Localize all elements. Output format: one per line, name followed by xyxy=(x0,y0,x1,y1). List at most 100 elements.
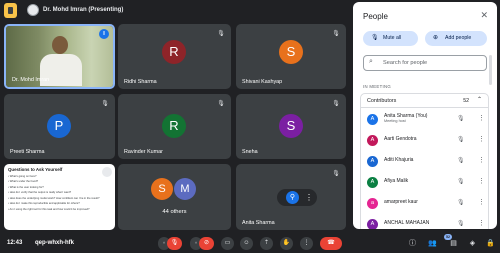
participant-avatar: A xyxy=(367,156,378,167)
participant-name: Shivani Kashyap xyxy=(242,79,283,85)
leave-call-button[interactable]: ☎ xyxy=(320,237,342,250)
more-options-icon[interactable]: ⋮ xyxy=(478,198,485,206)
mic-off-icon: 🎙 xyxy=(332,101,340,107)
activities-icon[interactable]: ◈ xyxy=(467,238,478,249)
clock: 12:43 xyxy=(7,240,23,246)
participant-name: amarpreet kaur xyxy=(384,199,418,205)
mic-toggle-button[interactable]: 🎙 xyxy=(167,237,182,250)
more-options-icon[interactable]: ⋮ xyxy=(478,219,485,227)
mic-off-icon[interactable]: 🎙 xyxy=(457,136,465,143)
info-icon[interactable]: ⓘ xyxy=(407,238,418,249)
mic-off-icon: 🎙 xyxy=(101,101,109,107)
tile-self-video[interactable]: ǁ Dr. Mohd Imran xyxy=(4,24,115,89)
tile-others[interactable]: S M 44 others xyxy=(118,164,231,230)
participant-avatar: a xyxy=(367,198,378,209)
top-bar: Dr. Mohd Imran (Presenting) xyxy=(0,0,350,22)
participant-row[interactable]: A ANCHAL MAHAJAN 🎙 ⋮ xyxy=(361,215,488,229)
camera-toggle-button[interactable]: ⊘ xyxy=(199,237,214,250)
captions-button[interactable]: ▭ xyxy=(221,237,234,250)
participant-name: Aditi Khajuria xyxy=(384,157,414,163)
participant-name: Ravinder Kumar xyxy=(124,149,163,155)
tile-screen-share[interactable]: Questions to Ask Yourself • What's going… xyxy=(4,164,115,230)
more-options-icon[interactable]: ⋮ xyxy=(478,177,485,185)
slide-line: • How does the underlying model work? Ho… xyxy=(8,196,100,200)
participant-avatar: A xyxy=(367,135,378,146)
close-icon[interactable]: ✕ xyxy=(480,10,488,21)
slide-title: Questions to Ask Yourself xyxy=(8,167,63,172)
pin-icon[interactable]: ⚲ xyxy=(286,191,299,204)
mute-all-label: Mute all xyxy=(383,35,402,41)
add-person-icon: ⊕ xyxy=(433,35,439,41)
tile-participant[interactable]: 🎙 P Preeti Sharma xyxy=(4,94,115,159)
people-panel: People ✕ 🎙 Mute all ⊕ Add people ⌕ Searc… xyxy=(353,2,497,229)
tile-participant[interactable]: 🎙 R Ridhi Sharma xyxy=(118,24,231,89)
shared-screen: Questions to Ask Yourself • What's going… xyxy=(4,164,115,230)
others-count-label: 44 others xyxy=(162,209,187,215)
mic-off-icon[interactable]: 🎙 xyxy=(457,199,465,206)
presenter-chip[interactable]: Dr. Mohd Imran (Presenting) xyxy=(27,3,123,17)
mic-off-icon[interactable]: 🎙 xyxy=(457,115,465,122)
participant-name: ANCHAL MAHAJAN xyxy=(384,220,430,226)
present-button[interactable]: ⇡ xyxy=(260,237,273,250)
emoji-button[interactable]: ☺ xyxy=(240,237,253,250)
meeting-code: qep-whxh-hfk xyxy=(35,240,74,246)
participant-row[interactable]: A Anita Sharma (You) Meeting host 🎙 ⋮ xyxy=(361,110,488,131)
search-icon: ⌕ xyxy=(369,58,373,65)
participant-row[interactable]: A Afiya Malik 🎙 ⋮ xyxy=(361,173,488,194)
mic-off-icon: 🎙 xyxy=(332,171,340,177)
more-options-icon[interactable]: ⋮ xyxy=(305,191,313,204)
participant-avatar: S xyxy=(279,114,303,138)
participant-name: Afiya Malik xyxy=(384,178,409,184)
more-options-icon[interactable]: ⋮ xyxy=(478,135,485,143)
tile-participant[interactable]: 🎙 S Sneha xyxy=(236,94,346,159)
mic-off-icon: 🎙 xyxy=(332,31,340,37)
more-options-icon[interactable]: ⋮ xyxy=(478,156,485,164)
meet-logo-icon xyxy=(4,3,17,18)
participant-name: Anita Sharma xyxy=(242,220,275,226)
chat-icon[interactable]: ▤ xyxy=(448,238,459,249)
participant-name: Dr. Mohd Imran xyxy=(12,77,50,83)
participant-avatar: A xyxy=(367,114,378,125)
mic-off-icon: 🎙 xyxy=(371,35,379,41)
search-input[interactable]: ⌕ Search for people xyxy=(363,55,487,71)
more-options-icon[interactable]: ⋮ xyxy=(478,114,485,122)
participant-avatar: S xyxy=(279,40,303,64)
contributors-header[interactable]: Contributors 52 ⌃ xyxy=(360,93,489,108)
tile-participant[interactable]: 🎙 S Shivani Kashyap xyxy=(236,24,346,89)
mic-off-icon[interactable]: 🎙 xyxy=(457,178,465,185)
contributors-label: Contributors xyxy=(367,98,397,104)
speaking-indicator-icon: ǁ xyxy=(99,29,109,39)
slide-line: • What's going on here? xyxy=(8,174,37,178)
participant-row[interactable]: A Aditi Khajuria 🎙 ⋮ xyxy=(361,152,488,173)
slide-line: • How do I make this reproducible and ap… xyxy=(8,202,80,205)
bottom-bar: 12:43 qep-whxh-hfk ^ 🎙 ^ ⊘ ▭ ☺ ⇡ ✋ ⋮ ☎ ⓘ… xyxy=(0,233,500,253)
participant-row[interactable]: a amarpreet kaur 🎙 ⋮ xyxy=(361,194,488,215)
participant-avatar: A xyxy=(367,177,378,188)
more-options-button[interactable]: ⋮ xyxy=(300,237,313,250)
tile-hover-controls[interactable]: ⚲ ⋮ xyxy=(277,189,317,206)
participant-avatar: A xyxy=(367,219,378,229)
people-icon[interactable]: 👥 xyxy=(427,238,438,249)
add-people-label: Add people xyxy=(445,35,472,41)
add-people-button[interactable]: ⊕ Add people xyxy=(425,31,487,46)
mic-off-icon[interactable]: 🎙 xyxy=(457,157,465,164)
slide-line: • What is the user looking for? xyxy=(8,185,44,189)
tile-participant[interactable]: 🎙 R Ravinder Kumar xyxy=(118,94,231,159)
meet-window: Dr. Mohd Imran (Presenting) ǁ Dr. Mohd I… xyxy=(0,0,500,253)
mute-all-button[interactable]: 🎙 Mute all xyxy=(363,31,418,46)
raise-hand-button[interactable]: ✋ xyxy=(280,237,293,250)
chevron-up-icon[interactable]: ⌃ xyxy=(477,96,482,103)
slide-line: • How do I verify that the output is rea… xyxy=(8,191,72,194)
presenter-avatar xyxy=(27,4,39,16)
host-controls-icon[interactable]: 🔒 xyxy=(485,238,496,249)
slide-line: • What's under the hood? xyxy=(8,180,39,183)
panel-scrollbar[interactable] xyxy=(489,55,492,85)
participant-name: Aarti Gendotra xyxy=(384,136,417,142)
mic-off-icon: 🎙 xyxy=(217,31,225,37)
participant-name: Preeti Sharma xyxy=(10,149,45,155)
participant-role: Meeting host xyxy=(384,119,406,123)
mic-off-icon[interactable]: 🎙 xyxy=(457,220,465,227)
contributors-count: 52 xyxy=(463,98,469,104)
participant-name: Sneha xyxy=(242,149,258,155)
participant-row[interactable]: A Aarti Gendotra 🎙 ⋮ xyxy=(361,131,488,152)
